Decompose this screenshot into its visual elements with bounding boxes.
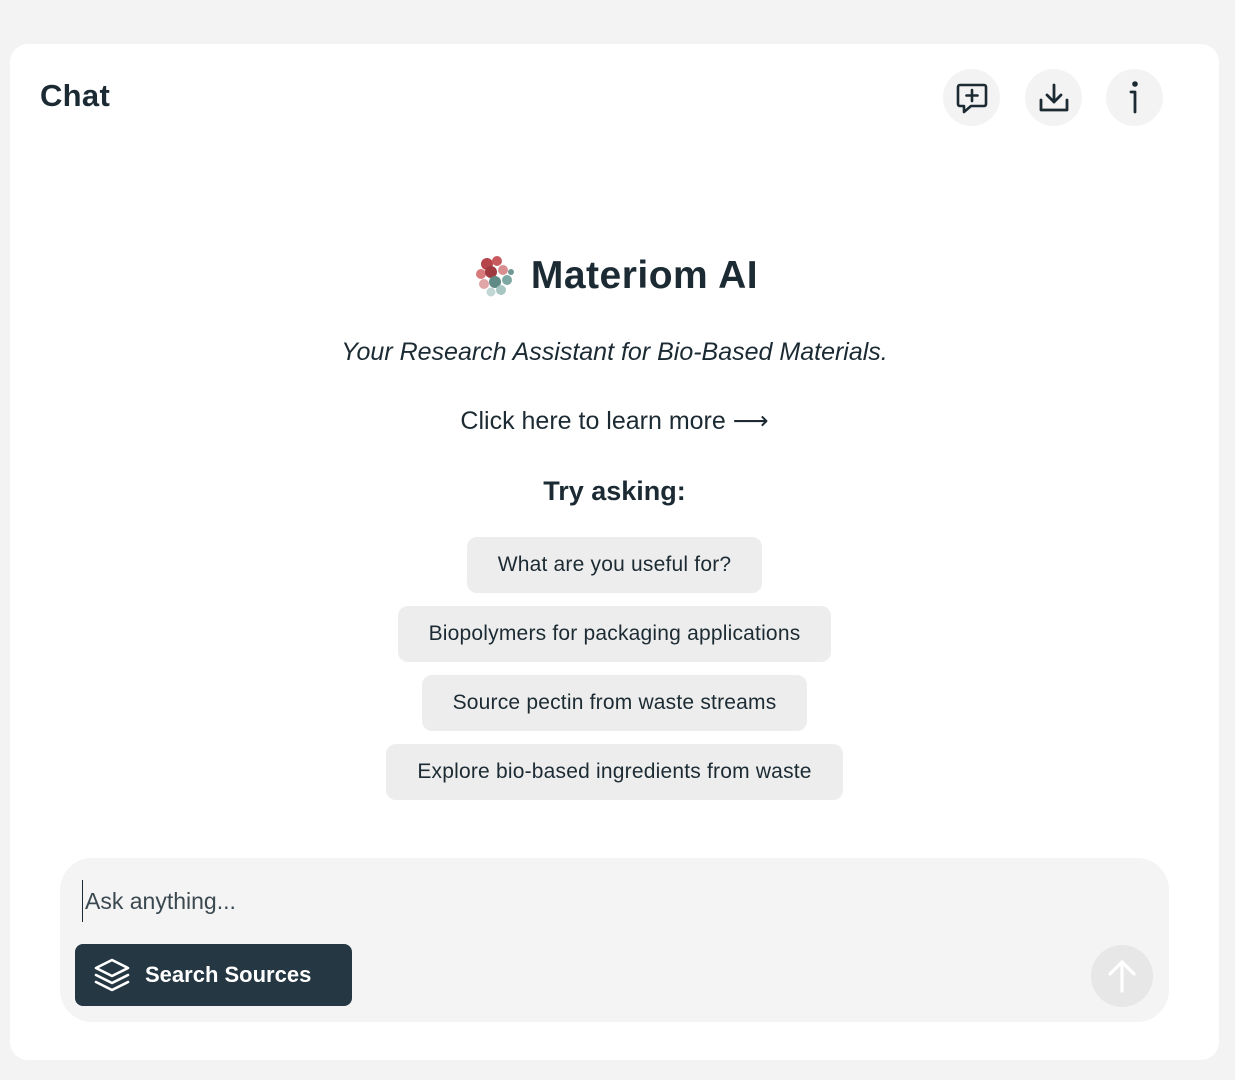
info-button[interactable] [1106, 69, 1163, 126]
info-icon [1129, 80, 1138, 113]
new-chat-button[interactable] [943, 69, 1000, 126]
suggestion-chip[interactable]: Explore bio-based ingredients from waste [386, 744, 843, 800]
search-sources-label: Search Sources [145, 962, 312, 987]
layers-icon [94, 958, 130, 992]
materiom-logo-icon [475, 256, 514, 297]
download-icon [1039, 83, 1068, 111]
suggestion-list: What are you useful for? Biopolymers for… [10, 537, 1219, 800]
ask-input[interactable] [82, 880, 1087, 922]
message-composer: Search Sources [60, 858, 1169, 1022]
tagline: Your Research Assistant for Bio-Based Ma… [341, 338, 888, 366]
chat-panel: Chat Materiom AI Your Research Assistant… [10, 44, 1219, 1060]
brand-header: Materiom AI [10, 252, 1219, 300]
suggestion-chip[interactable]: Source pectin from waste streams [421, 675, 808, 731]
search-sources-button[interactable]: Search Sources [75, 944, 352, 1006]
download-button[interactable] [1025, 69, 1082, 126]
learn-more-link[interactable]: Click here to learn more ⟶ [10, 406, 1219, 436]
page-title: Chat [40, 78, 111, 113]
send-button[interactable] [1091, 945, 1153, 1007]
suggestion-chip[interactable]: What are you useful for? [466, 537, 763, 593]
suggestion-chip[interactable]: Biopolymers for packaging applications [397, 606, 832, 662]
brand-name: Materiom AI [530, 254, 759, 297]
try-asking-heading: Try asking: [543, 476, 686, 506]
new-chat-icon [956, 83, 987, 113]
arrow-up-icon [1108, 960, 1136, 993]
